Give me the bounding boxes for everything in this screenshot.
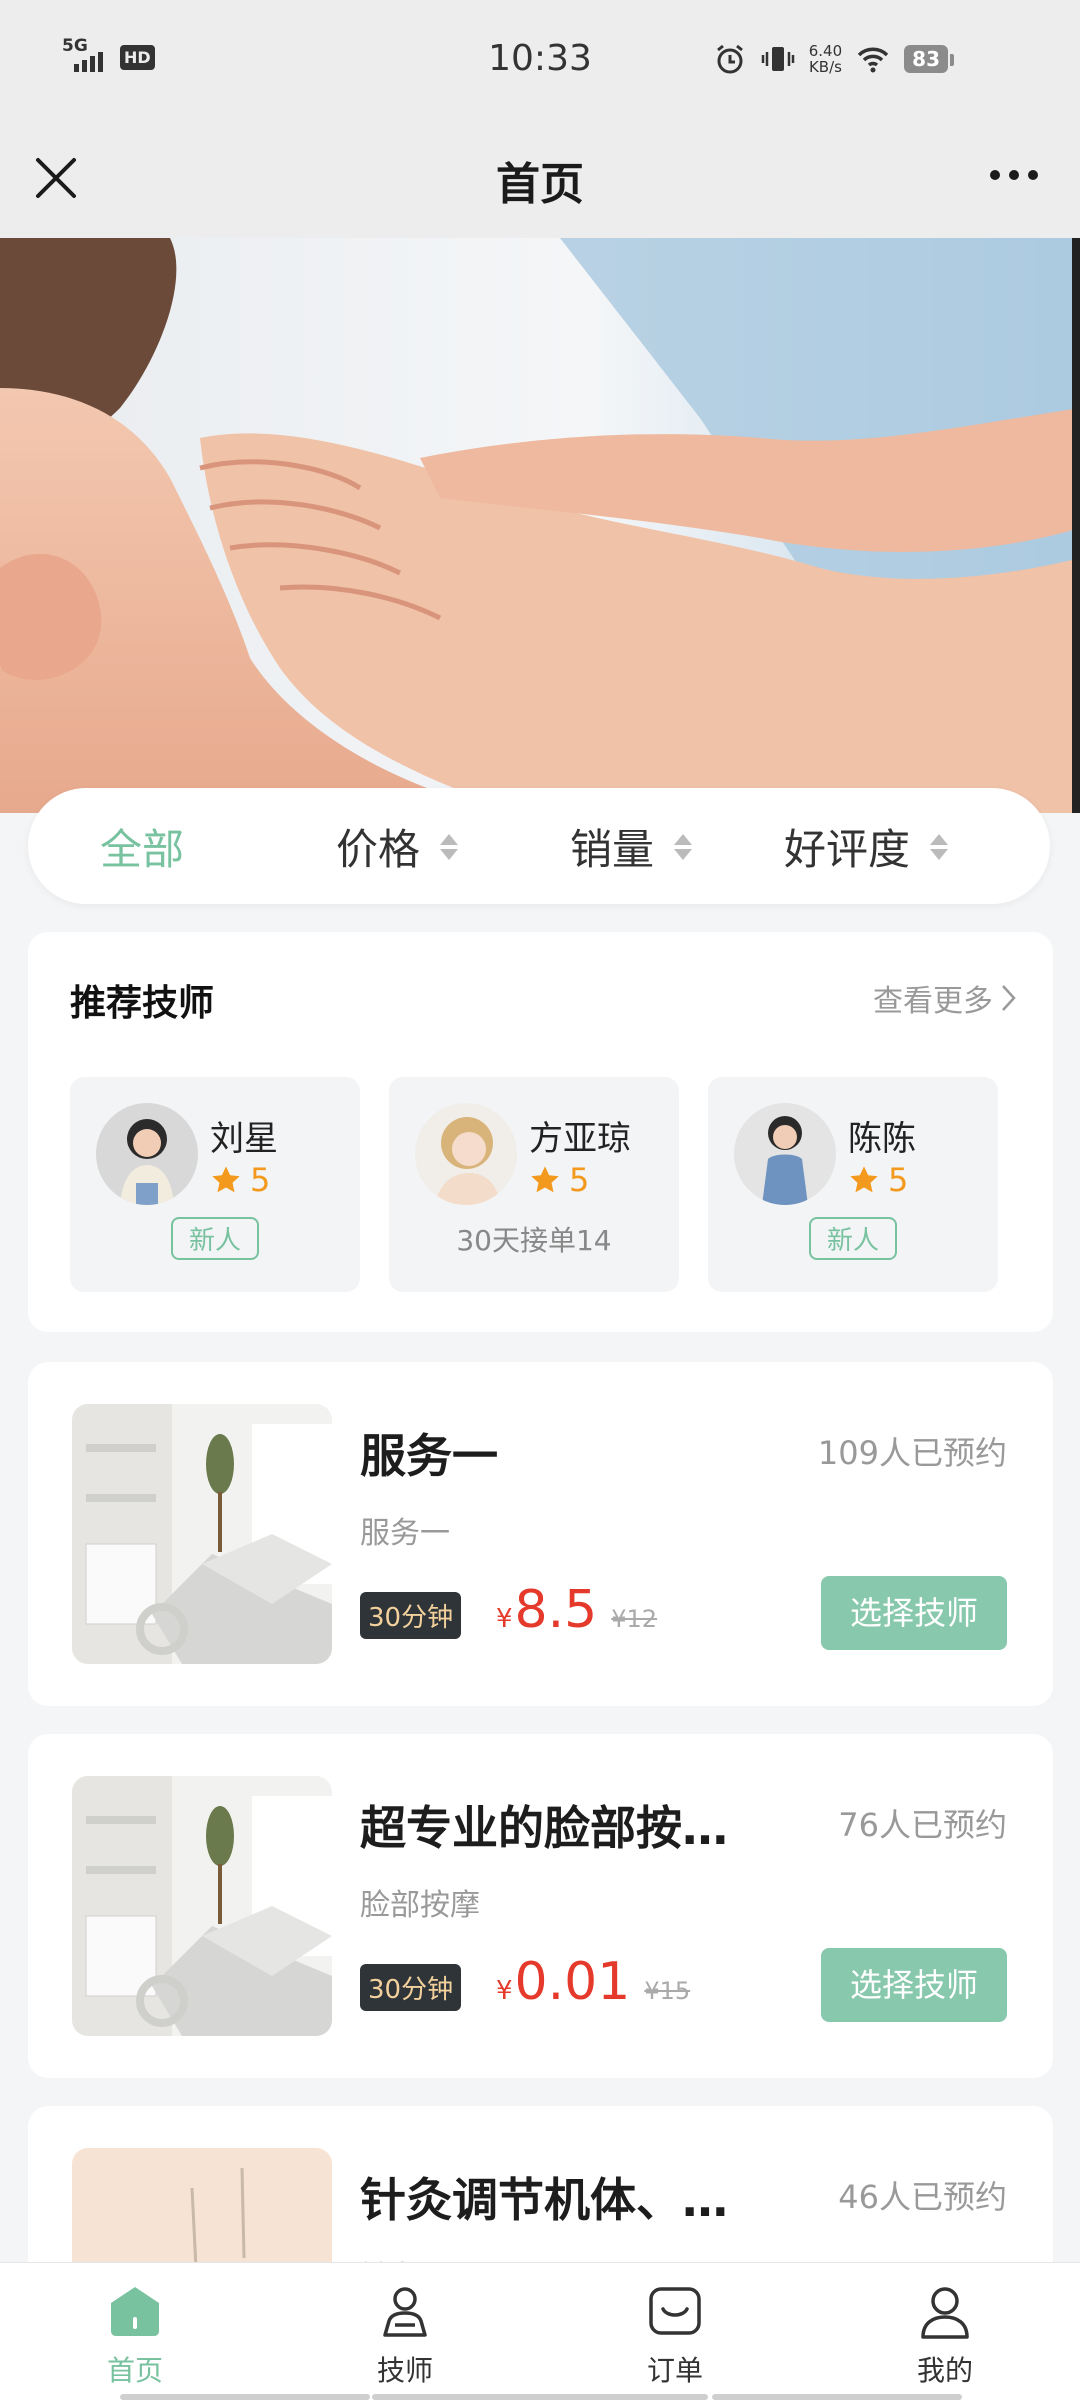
star-icon — [850, 1166, 878, 1193]
booked-count: 76人已预约 — [838, 1806, 1007, 1844]
wifi-icon — [857, 47, 889, 73]
view-more-link[interactable]: 查看更多 — [873, 976, 1017, 1020]
avatar — [734, 1103, 836, 1205]
star-icon — [531, 1166, 559, 1193]
service-subtitle: 服务一 — [360, 1516, 450, 1551]
technician-name: 方亚琼 — [529, 1119, 631, 1159]
avatar — [96, 1103, 198, 1205]
booked-count: 109人已预约 — [817, 1434, 1007, 1472]
price-value: 0.01 — [514, 1952, 631, 2012]
speed-unit: KB/s — [808, 58, 842, 76]
service-title: 针灸调节机体、… — [360, 2173, 728, 2227]
technician-name: 陈陈 — [848, 1119, 916, 1159]
select-technician-button[interactable]: 选择技师 — [821, 1948, 1007, 2022]
original-price: ¥15 — [644, 1977, 691, 2005]
filter-rating[interactable]: 好评度 — [784, 816, 949, 877]
battery-indicator: 83 — [904, 45, 954, 73]
more-icon[interactable] — [990, 170, 1038, 180]
filter-all-label: 全部 — [100, 825, 185, 874]
filter-sales-label: 销量 — [570, 825, 655, 874]
avatar — [415, 1103, 517, 1205]
technician-rating: 5 — [529, 1161, 589, 1199]
service-title: 超专业的脸部按… — [360, 1801, 728, 1855]
tab-home[interactable]: 首页 — [75, 2281, 195, 2389]
vibrate-icon — [761, 47, 794, 71]
rating-value: 5 — [569, 1161, 590, 1199]
new-badge: 新人 — [708, 1217, 998, 1260]
massage-photo — [0, 238, 1080, 813]
service-subtitle: 脸部按摩 — [360, 1888, 480, 1923]
sort-icon — [674, 833, 693, 860]
duration-badge: 30分钟 — [360, 1592, 462, 1639]
section-title: 推荐技师 — [70, 983, 215, 1024]
select-technician-button[interactable]: 选择技师 — [821, 1576, 1007, 1650]
recommended-technicians-card: 推荐技师 查看更多 刘星 5 新人 方亚琼 5 30天接单14 陈陈 5 新人 — [28, 932, 1053, 1332]
currency-symbol: ¥ — [496, 1976, 513, 2006]
service-card[interactable]: 服务一 109人已预约 服务一 30分钟 ¥ 8.5 ¥12 选择技师 — [28, 1362, 1053, 1706]
profile-icon — [921, 2287, 969, 2339]
filter-sales[interactable]: 销量 — [570, 816, 693, 877]
sort-icon — [930, 833, 949, 860]
filter-price-label: 价格 — [336, 825, 421, 874]
tab-label: 首页 — [106, 2354, 163, 2387]
alarm-icon — [716, 44, 743, 74]
tab-label: 技师 — [376, 2354, 433, 2387]
star-icon — [212, 1166, 240, 1193]
order-count: 30天接单14 — [456, 1224, 612, 1257]
sort-filter-bar: 全部 价格 销量 好评度 — [28, 788, 1050, 904]
duration-badge: 30分钟 — [360, 1964, 462, 2011]
rating-value: 5 — [888, 1161, 909, 1199]
sort-icon — [440, 833, 459, 860]
new-badge: 新人 — [70, 1217, 360, 1260]
booked-count: 46人已预约 — [838, 2178, 1007, 2216]
home-icon — [111, 2287, 159, 2336]
filter-price[interactable]: 价格 — [336, 816, 459, 877]
view-more-label: 查看更多 — [873, 984, 993, 1019]
service-price: ¥ 8.5 ¥12 — [496, 1580, 657, 1640]
chevron-right-icon — [1002, 985, 1016, 1011]
tab-technician[interactable]: 技师 — [345, 2281, 465, 2389]
banner-image[interactable] — [0, 238, 1080, 813]
page-title: 首页 — [496, 159, 584, 210]
filter-all[interactable]: 全部 — [100, 816, 184, 877]
status-right: 6.40 KB/s 83 — [713, 42, 954, 76]
tab-label: 订单 — [646, 2354, 703, 2387]
speed-value: 6.40 — [808, 42, 843, 60]
technician-rating: 5 — [210, 1161, 270, 1199]
badge-label: 新人 — [808, 1217, 897, 1260]
navigation-bar: 首页 — [0, 124, 1080, 238]
scroll-indicator — [120, 2394, 370, 2400]
technician-card[interactable]: 刘星 5 新人 — [70, 1077, 360, 1292]
original-price: ¥12 — [611, 1605, 658, 1633]
service-card[interactable]: 超专业的脸部按… 76人已预约 脸部按摩 30分钟 ¥ 0.01 ¥15 选择技… — [28, 1734, 1053, 2078]
bottom-tab-bar: 首页 技师 订单 我的 — [0, 2262, 1080, 2400]
badge-label: 新人 — [170, 1217, 259, 1260]
scroll-indicator — [372, 2394, 708, 2400]
tab-profile[interactable]: 我的 — [885, 2281, 1005, 2389]
technician-rating: 5 — [848, 1161, 908, 1199]
currency-symbol: ¥ — [496, 1604, 513, 1634]
service-image — [72, 1776, 332, 2036]
scroll-indicator — [712, 2394, 962, 2400]
tab-label: 我的 — [916, 2354, 973, 2387]
technician-icon — [383, 2287, 427, 2337]
price-value: 8.5 — [514, 1580, 598, 1640]
order-icon — [649, 2287, 701, 2335]
service-image — [72, 1404, 332, 1664]
technician-card[interactable]: 陈陈 5 新人 — [708, 1077, 998, 1292]
technician-card[interactable]: 方亚琼 5 30天接单14 — [389, 1077, 679, 1292]
filter-rating-label: 好评度 — [784, 825, 911, 874]
rating-value: 5 — [250, 1161, 271, 1199]
tab-orders[interactable]: 订单 — [615, 2281, 735, 2389]
status-bar: 5G HD 10:33 6.40 KB/s 83 — [0, 0, 1080, 124]
technician-name: 刘星 — [210, 1119, 278, 1159]
network-speed: 6.40 KB/s — [809, 43, 842, 75]
service-price: ¥ 0.01 ¥15 — [496, 1952, 690, 2012]
service-title: 服务一 — [360, 1429, 498, 1483]
